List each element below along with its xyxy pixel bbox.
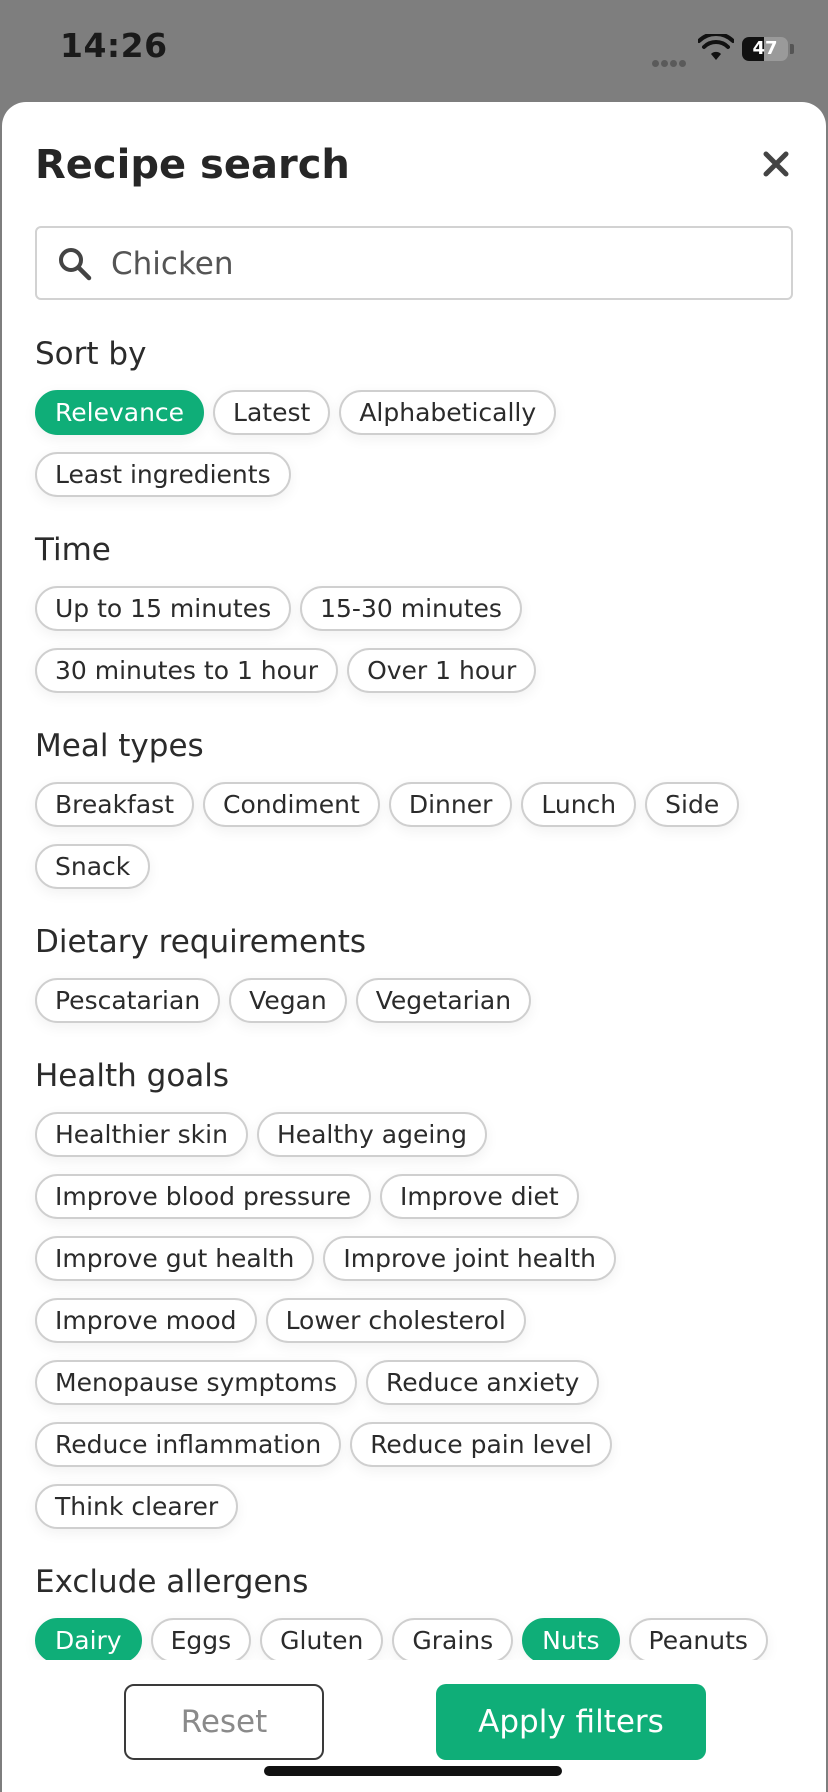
chip-think-clearer[interactable]: Think clearer [35, 1484, 239, 1529]
chip-lower-cholesterol[interactable]: Lower cholesterol [265, 1298, 526, 1343]
chip-reduce-inflammation[interactable]: Reduce inflammation [35, 1422, 342, 1467]
chip-30-minutes-to-1-hour[interactable]: 30 minutes to 1 hour [35, 648, 339, 693]
health-goals-row-2: Improve blood pressure Improve diet [35, 1174, 579, 1219]
chip-up-to-15-minutes[interactable]: Up to 15 minutes [35, 586, 292, 631]
chip-vegetarian[interactable]: Vegetarian [355, 978, 532, 1023]
meal-types-row-2: Snack [35, 844, 151, 889]
battery-level: 47 [752, 38, 778, 59]
time-row-2: 30 minutes to 1 hour Over 1 hour [35, 648, 537, 693]
chip-lunch[interactable]: Lunch [521, 782, 637, 827]
chip-over-1-hour[interactable]: Over 1 hour [347, 648, 537, 693]
meal-types-title: Meal types [35, 728, 204, 764]
dietary-title: Dietary requirements [35, 924, 367, 960]
chip-grains[interactable]: Grains [392, 1618, 514, 1663]
apply-filters-button[interactable]: Apply filters [436, 1684, 706, 1760]
chip-least-ingredients[interactable]: Least ingredients [35, 452, 291, 497]
chip-improve-gut-health[interactable]: Improve gut health [35, 1236, 315, 1281]
chip-pescatarian[interactable]: Pescatarian [35, 978, 221, 1023]
chip-relevance[interactable]: Relevance [35, 390, 205, 435]
chip-reduce-anxiety[interactable]: Reduce anxiety [366, 1360, 600, 1405]
status-time: 14:26 [60, 26, 168, 65]
filter-sheet: Recipe search Sort by Relevance Latest A… [2, 102, 826, 1792]
chip-breakfast[interactable]: Breakfast [35, 782, 195, 827]
chip-healthy-ageing[interactable]: Healthy ageing [256, 1112, 488, 1157]
battery-cap [790, 44, 794, 54]
chip-improve-diet[interactable]: Improve diet [379, 1174, 579, 1219]
chip-nuts[interactable]: Nuts [522, 1618, 620, 1663]
health-goals-row-3: Improve gut health Improve joint health [35, 1236, 617, 1281]
chip-menopause-symptoms[interactable]: Menopause symptoms [35, 1360, 357, 1405]
sheet-title: Recipe search [35, 142, 350, 188]
health-goals-row-4: Improve mood Lower cholesterol [35, 1298, 526, 1343]
meal-types-row-1: Breakfast Condiment Dinner Lunch Side [35, 782, 740, 827]
chip-alphabetically[interactable]: Alphabetically [339, 390, 557, 435]
health-goals-row-5: Menopause symptoms Reduce anxiety [35, 1360, 600, 1405]
chip-improve-mood[interactable]: Improve mood [35, 1298, 257, 1343]
status-bar: 14:26 47 [0, 0, 828, 100]
search-icon [59, 248, 92, 281]
chip-dairy[interactable]: Dairy [35, 1618, 142, 1663]
chip-snack[interactable]: Snack [35, 844, 151, 889]
search-input[interactable] [109, 238, 773, 290]
reset-button[interactable]: Reset [124, 1684, 324, 1760]
chip-15-30-minutes[interactable]: 15-30 minutes [300, 586, 522, 631]
dietary-row-1: Pescatarian Vegan Vegetarian [35, 978, 532, 1023]
health-goals-row-6: Reduce inflammation Reduce pain level [35, 1422, 612, 1467]
battery-icon: 47 [742, 37, 788, 61]
chip-gluten[interactable]: Gluten [260, 1618, 384, 1663]
allergens-title: Exclude allergens [35, 1564, 309, 1600]
search-box[interactable] [35, 226, 793, 300]
chip-latest[interactable]: Latest [213, 390, 331, 435]
chip-condiment[interactable]: Condiment [203, 782, 380, 827]
time-title: Time [35, 532, 111, 568]
chip-dinner[interactable]: Dinner [388, 782, 513, 827]
wifi-icon [698, 34, 734, 60]
chip-peanuts[interactable]: Peanuts [628, 1618, 768, 1663]
health-goals-row-7: Think clearer [35, 1484, 239, 1529]
sort-by-row-1: Relevance Latest Alphabetically [35, 390, 557, 435]
sort-by-row-2: Least ingredients [35, 452, 291, 497]
sort-by-title: Sort by [35, 336, 147, 372]
health-goals-row-1: Healthier skin Healthy ageing [35, 1112, 488, 1157]
chip-side[interactable]: Side [645, 782, 740, 827]
chip-vegan[interactable]: Vegan [229, 978, 347, 1023]
close-icon[interactable] [758, 146, 794, 182]
health-goals-title: Health goals [35, 1058, 230, 1094]
chip-improve-blood-pressure[interactable]: Improve blood pressure [35, 1174, 371, 1219]
signal-icon [652, 52, 690, 67]
chip-reduce-pain-level[interactable]: Reduce pain level [350, 1422, 612, 1467]
time-row-1: Up to 15 minutes 15-30 minutes [35, 586, 522, 631]
allergens-row-1: Dairy Eggs Gluten Grains Nuts Peanuts [35, 1618, 768, 1663]
home-indicator [264, 1766, 562, 1776]
chip-healthier-skin[interactable]: Healthier skin [35, 1112, 248, 1157]
chip-improve-joint-health[interactable]: Improve joint health [323, 1236, 617, 1281]
chip-eggs[interactable]: Eggs [150, 1618, 252, 1663]
